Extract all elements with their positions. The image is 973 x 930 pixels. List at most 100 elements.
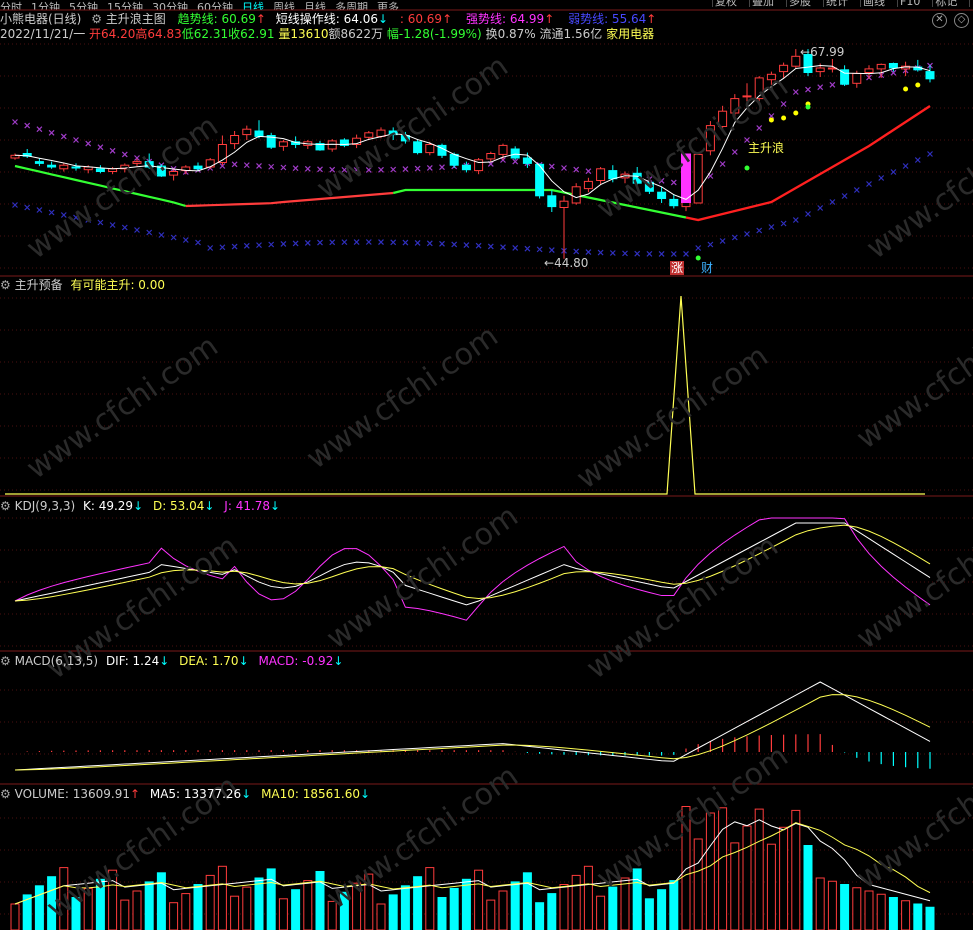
candle-body bbox=[425, 144, 435, 154]
weak-line-marker bbox=[329, 239, 336, 246]
weak-line-marker bbox=[756, 227, 763, 234]
kdj-title[interactable]: KDJ(9,3,3) bbox=[15, 499, 76, 513]
weak-line-marker bbox=[658, 251, 665, 257]
weak-line-marker bbox=[622, 250, 628, 257]
signal-dot-yellow bbox=[903, 86, 909, 92]
strong-line-marker bbox=[12, 119, 18, 125]
volume-bar bbox=[888, 897, 898, 930]
weak-line-marker bbox=[914, 157, 921, 163]
weak-line-marker bbox=[219, 244, 226, 251]
strong-line-marker bbox=[805, 86, 811, 93]
strong-line-marker bbox=[561, 165, 567, 171]
candle-body bbox=[364, 132, 374, 138]
info-float: 流通1.56亿 bbox=[539, 27, 603, 41]
volume-bar bbox=[315, 871, 325, 930]
volume-bar bbox=[608, 886, 618, 930]
weak-line-marker bbox=[841, 193, 848, 199]
candle-body bbox=[327, 140, 337, 150]
strong-line-marker bbox=[256, 163, 262, 169]
candle-body bbox=[510, 148, 520, 159]
volume-settings-icon[interactable]: ⚙ bbox=[0, 787, 11, 801]
strong-line-marker bbox=[36, 126, 43, 133]
weak-line-marker bbox=[439, 240, 445, 247]
ma10-down-arrow-icon: ↓ bbox=[360, 787, 371, 801]
weak-line-marker bbox=[182, 237, 189, 243]
weak-line-marker bbox=[451, 241, 458, 248]
weak-line-marker bbox=[243, 242, 250, 249]
value3-up-arrow-icon: ↑ bbox=[442, 12, 453, 26]
indicator-select-icon[interactable]: ⚙ bbox=[91, 12, 102, 26]
rise-signal-label: 涨 bbox=[670, 261, 685, 275]
indicator-name[interactable]: 主升浪主图 bbox=[106, 12, 166, 26]
volume-bar bbox=[83, 887, 93, 930]
volume-bar bbox=[522, 872, 532, 930]
panel-menu-icon[interactable]: ◇ bbox=[954, 13, 969, 28]
strong-line-marker bbox=[292, 165, 299, 172]
kdj-settings-icon[interactable]: ⚙ bbox=[0, 499, 11, 513]
volume-bar bbox=[461, 878, 471, 930]
kdj-k-line bbox=[14, 522, 931, 606]
weak-line-marker bbox=[719, 238, 726, 244]
short-line-value: 短线操作线: 64.06 bbox=[275, 12, 378, 26]
trend-up-arrow-icon: ↑ bbox=[255, 12, 266, 26]
weak-line-marker bbox=[536, 246, 543, 253]
candle-body bbox=[547, 195, 557, 208]
candle-body bbox=[95, 168, 105, 173]
main-header: 小熊电器(日线) ⚙ 主升浪主图 趋势线: 60.69↑ 短线操作线: 64.0… bbox=[0, 12, 656, 26]
volume-bar bbox=[876, 893, 886, 930]
candle-body bbox=[693, 153, 703, 204]
macd-title[interactable]: MACD(6,13,5) bbox=[15, 654, 99, 668]
kdj-k-value: K: 49.29 bbox=[82, 499, 134, 513]
strong-line-marker bbox=[97, 144, 104, 151]
strong-line-marker bbox=[414, 165, 421, 172]
strong-line-marker bbox=[329, 166, 336, 173]
strong-line-marker bbox=[512, 158, 519, 165]
stock-name[interactable]: 小熊电器(日线) bbox=[0, 12, 81, 26]
candle-body bbox=[132, 161, 142, 164]
strong-line-marker bbox=[670, 179, 677, 186]
volume-bar bbox=[474, 869, 484, 930]
weak-line-marker bbox=[731, 234, 738, 241]
volume-bar bbox=[132, 890, 142, 930]
weak-line-marker bbox=[292, 240, 299, 247]
weak-line-marker bbox=[402, 239, 409, 246]
candle-body bbox=[461, 164, 471, 171]
strong-line-marker bbox=[73, 137, 79, 143]
macd-settings-icon[interactable]: ⚙ bbox=[0, 654, 11, 668]
panel2-title[interactable]: 主升预备 bbox=[15, 278, 63, 292]
volume-bar bbox=[144, 881, 154, 930]
info-amount: 额8622万 bbox=[328, 27, 384, 41]
candle-body bbox=[449, 153, 459, 166]
strong-line-marker bbox=[731, 149, 738, 155]
candle-body bbox=[47, 164, 57, 168]
strong-line-marker bbox=[48, 129, 55, 136]
strong-line-marker bbox=[780, 101, 787, 107]
volume-bar bbox=[571, 874, 581, 930]
weak-line-marker bbox=[146, 229, 153, 236]
weak-line-marker bbox=[121, 224, 128, 231]
macd-dif-value: DIF: 1.24 bbox=[105, 654, 160, 668]
weak-line-marker bbox=[207, 245, 214, 251]
panel2-settings-icon[interactable]: ⚙ bbox=[0, 278, 11, 292]
volume-bar bbox=[596, 895, 606, 930]
volume-bar bbox=[47, 876, 57, 930]
strong-line-marker bbox=[317, 166, 323, 173]
info-sector[interactable]: 家用电器 bbox=[606, 27, 654, 41]
volume-bar bbox=[291, 889, 301, 930]
volume-bar bbox=[437, 897, 447, 930]
weak-line-marker bbox=[927, 151, 933, 157]
strong-line-marker bbox=[243, 162, 250, 169]
panel-close-icon[interactable]: ✕ bbox=[932, 13, 947, 28]
strong-line-marker bbox=[231, 161, 238, 168]
volume-bar bbox=[510, 881, 520, 930]
weak-line-marker bbox=[890, 169, 897, 175]
kdj-j-arrow-icon: ↓ bbox=[270, 499, 281, 513]
volume-bar bbox=[169, 902, 179, 930]
volume-bar bbox=[376, 903, 386, 930]
volume-ma10-value: MA10: 18561.60 bbox=[261, 787, 361, 801]
weak-line-marker bbox=[280, 240, 287, 247]
volume-bar bbox=[632, 868, 642, 930]
weak-line-marker bbox=[195, 239, 201, 246]
volume-title[interactable]: VOLUME: 13609.91 bbox=[15, 787, 130, 801]
volume-bar bbox=[71, 897, 81, 930]
